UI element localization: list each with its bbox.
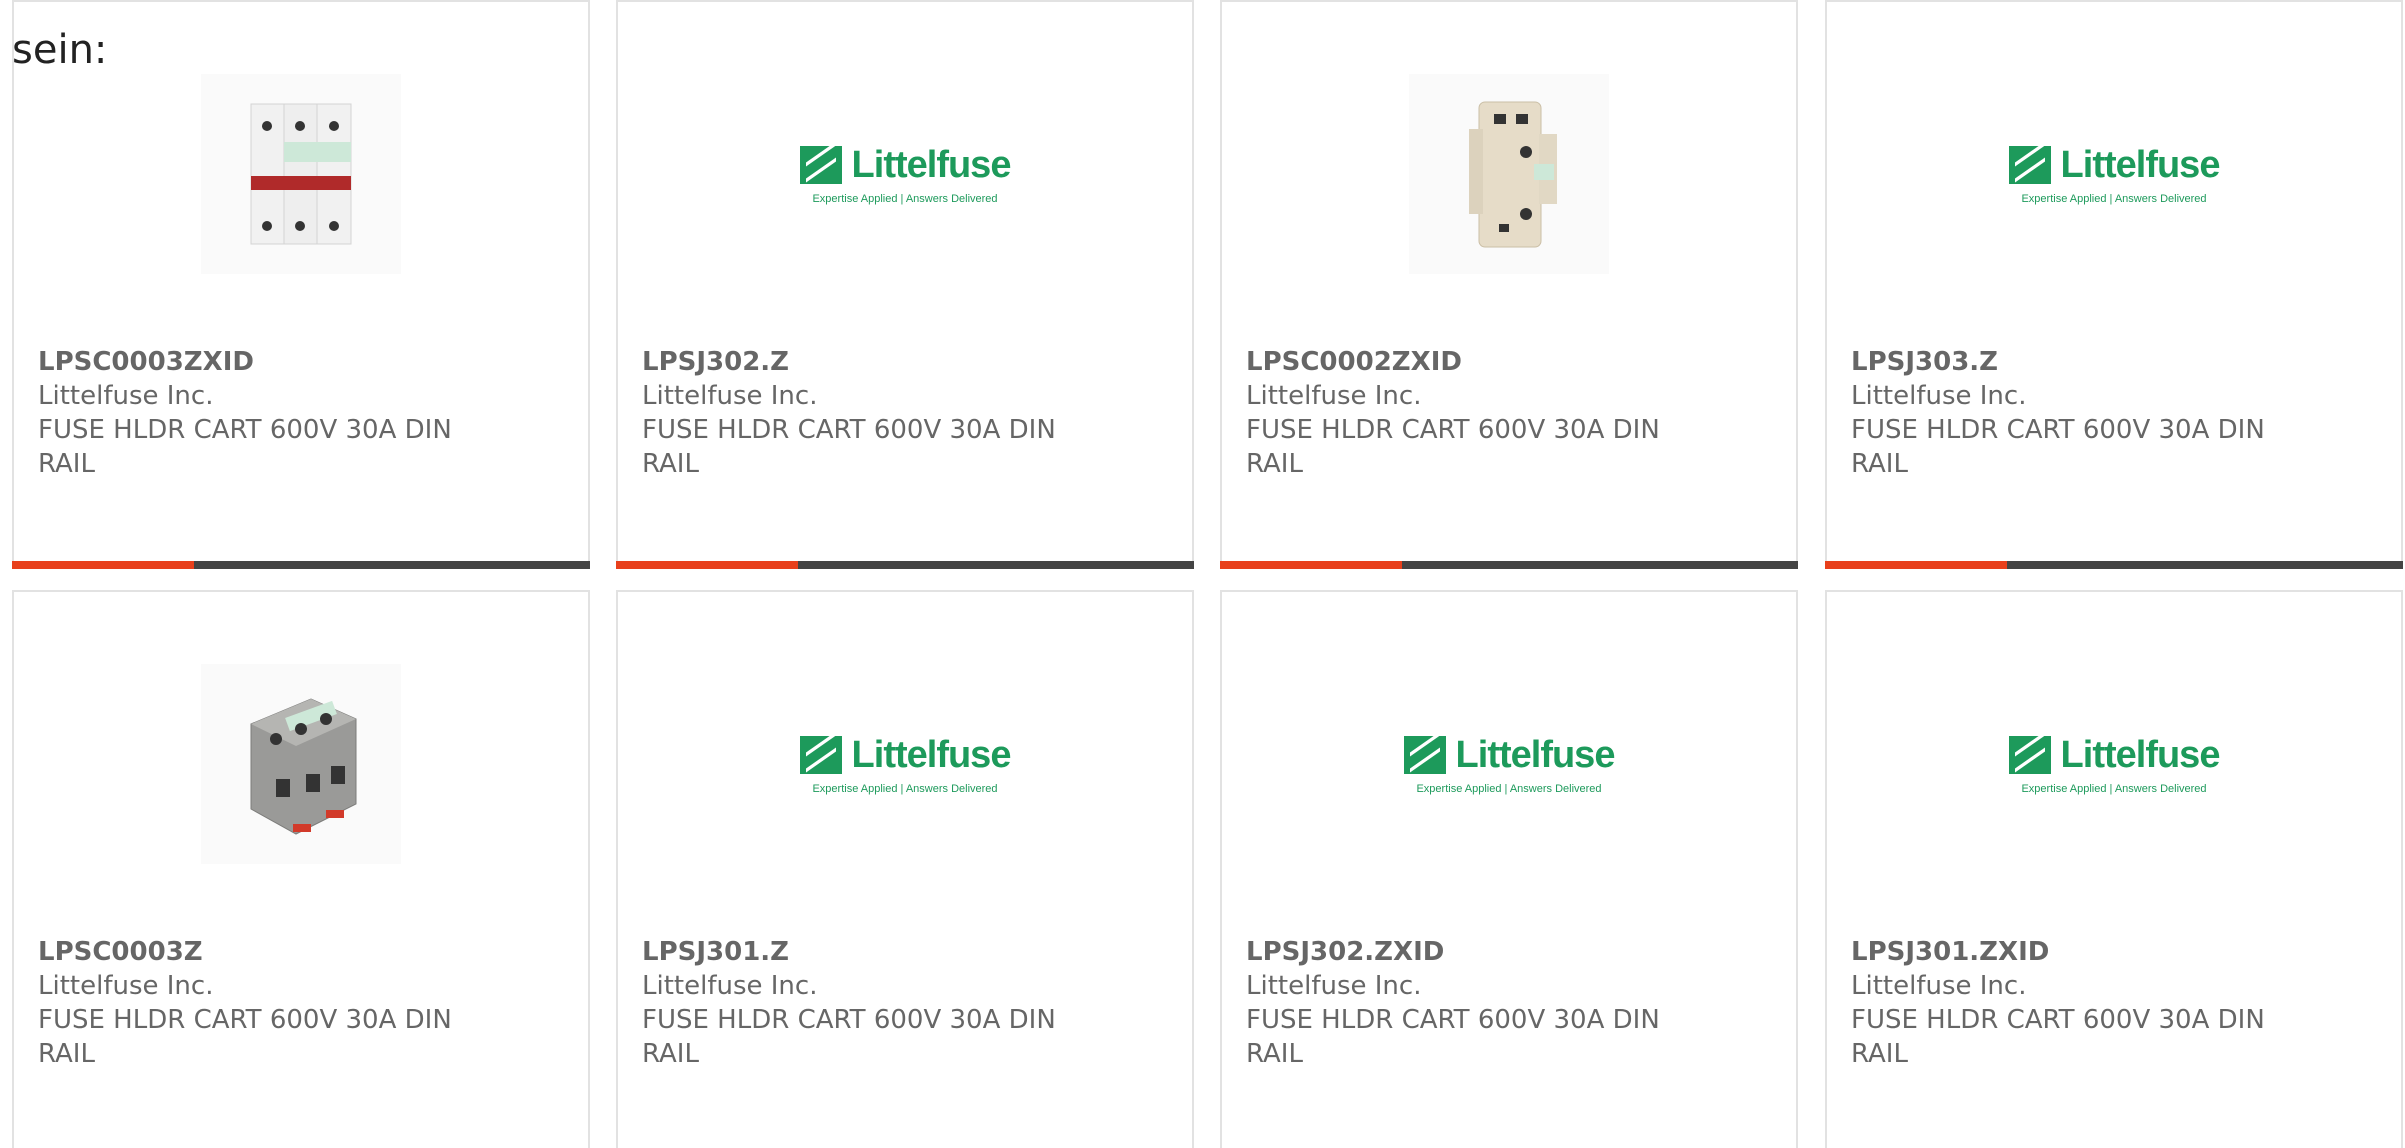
intro-text: sein:: [12, 27, 108, 73]
part-number-link[interactable]: LPSJ301.ZXID: [1851, 935, 2311, 969]
product-grid: LPSC0003ZXID Littelfuse Inc. FUSE HLDR C…: [12, 0, 2405, 1148]
fuse-holder-3pole-gray-icon: [250, 698, 357, 835]
littelfuse-logo[interactable]: Littelfuse Expertise Applied | Answers D…: [799, 733, 1012, 795]
description: FUSE HLDR CART 600V 30A DIN: [1246, 415, 1660, 445]
product-card[interactable]: Littelfuse Expertise Applied | Answers D…: [1220, 590, 1798, 1148]
description-cont: RAIL: [38, 449, 95, 479]
part-number-link[interactable]: LPSC0002ZXID: [1246, 345, 1706, 379]
manufacturer: Littelfuse Inc.: [642, 971, 818, 1001]
fuse-holder-image[interactable]: [201, 664, 401, 864]
littelfuse-mark-icon: [799, 146, 842, 184]
page: sein: LPSC0003ZXID Littelfuse Inc. FUSE …: [0, 0, 2405, 1148]
part-number-link[interactable]: LPSJ301.Z: [642, 935, 1102, 969]
manufacturer: Littelfuse Inc.: [1246, 381, 1422, 411]
product-image-area: Littelfuse Expertise Applied | Answers D…: [618, 664, 1192, 864]
fuse-holder-image[interactable]: [1409, 74, 1609, 274]
logo-word: Littelfuse: [1455, 733, 1616, 776]
littelfuse-mark-icon: [2008, 146, 2051, 184]
product-image-area: Littelfuse Expertise Applied | Answers D…: [1222, 664, 1796, 864]
progress-bar: [616, 561, 1194, 569]
description: FUSE HLDR CART 600V 30A DIN: [38, 415, 452, 445]
product-image-area: Littelfuse Expertise Applied | Answers D…: [618, 74, 1192, 274]
progress-bar: [1825, 561, 2403, 569]
manufacturer: Littelfuse Inc.: [1246, 971, 1422, 1001]
description-cont: RAIL: [1851, 449, 1908, 479]
product-card[interactable]: LPSC0003ZXID Littelfuse Inc. FUSE HLDR C…: [12, 0, 590, 569]
manufacturer: Littelfuse Inc.: [1851, 381, 2027, 411]
part-number-link[interactable]: LPSC0003ZXID: [38, 345, 498, 379]
littelfuse-logo[interactable]: Littelfuse Expertise Applied | Answers D…: [799, 143, 1012, 205]
part-number-link[interactable]: LPSJ302.Z: [642, 345, 1102, 379]
logo-word: Littelfuse: [2060, 143, 2221, 186]
product-info: LPSC0003Z Littelfuse Inc. FUSE HLDR CART…: [38, 935, 498, 1071]
littelfuse-mark-icon: [2008, 736, 2051, 774]
product-card[interactable]: LPSC0002ZXID Littelfuse Inc. FUSE HLDR C…: [1220, 0, 1798, 569]
product-card[interactable]: Littelfuse Expertise Applied | Answers D…: [616, 0, 1194, 569]
description-cont: RAIL: [38, 1039, 95, 1069]
progress-fill: [616, 561, 799, 569]
manufacturer: Littelfuse Inc.: [1851, 971, 2027, 1001]
progress-bar: [12, 561, 590, 569]
description-cont: RAIL: [1246, 449, 1303, 479]
product-info: LPSJ301.Z Littelfuse Inc. FUSE HLDR CART…: [642, 935, 1102, 1071]
logo-word: Littelfuse: [2060, 733, 2221, 776]
product-info: LPSJ301.ZXID Littelfuse Inc. FUSE HLDR C…: [1851, 935, 2311, 1071]
product-info: LPSJ303.Z Littelfuse Inc. FUSE HLDR CART…: [1851, 345, 2311, 481]
progress-fill: [12, 561, 195, 569]
description-cont: RAIL: [1246, 1039, 1303, 1069]
progress-fill: [1825, 561, 2008, 569]
fuse-holder-3pole-icon: [250, 103, 352, 245]
product-image-area: [14, 664, 588, 864]
product-info: LPSJ302.ZXID Littelfuse Inc. FUSE HLDR C…: [1246, 935, 1706, 1071]
description: FUSE HLDR CART 600V 30A DIN: [1851, 1005, 2265, 1035]
product-image-area: [14, 74, 588, 274]
manufacturer: Littelfuse Inc.: [642, 381, 818, 411]
logo-word: Littelfuse: [851, 143, 1012, 186]
littelfuse-logo[interactable]: Littelfuse Expertise Applied | Answers D…: [1403, 733, 1616, 795]
product-card[interactable]: Littelfuse Expertise Applied | Answers D…: [1825, 590, 2403, 1148]
progress-bar: [1220, 561, 1798, 569]
product-image-area: Littelfuse Expertise Applied | Answers D…: [1827, 664, 2401, 864]
fuse-holder-image[interactable]: [201, 74, 401, 274]
littelfuse-logo[interactable]: Littelfuse Expertise Applied | Answers D…: [2008, 733, 2221, 795]
littelfuse-mark-icon: [799, 736, 842, 774]
product-info: LPSC0003ZXID Littelfuse Inc. FUSE HLDR C…: [38, 345, 498, 481]
logo-word: Littelfuse: [851, 733, 1012, 776]
product-card[interactable]: Littelfuse Expertise Applied | Answers D…: [616, 590, 1194, 1148]
part-number-link[interactable]: LPSJ302.ZXID: [1246, 935, 1706, 969]
logo-tagline: Expertise Applied | Answers Delivered: [812, 782, 998, 795]
description: FUSE HLDR CART 600V 30A DIN: [1851, 415, 2265, 445]
progress-fill: [1220, 561, 1403, 569]
manufacturer: Littelfuse Inc.: [38, 971, 214, 1001]
description: FUSE HLDR CART 600V 30A DIN: [642, 1005, 1056, 1035]
fuse-holder-2pole-icon: [1469, 101, 1557, 248]
littelfuse-mark-icon: [1403, 736, 1446, 774]
product-card[interactable]: LPSC0003Z Littelfuse Inc. FUSE HLDR CART…: [12, 590, 590, 1148]
part-number-link[interactable]: LPSJ303.Z: [1851, 345, 2311, 379]
product-image-area: [1222, 74, 1796, 274]
manufacturer: Littelfuse Inc.: [38, 381, 214, 411]
logo-tagline: Expertise Applied | Answers Delivered: [1416, 782, 1602, 795]
product-card[interactable]: Littelfuse Expertise Applied | Answers D…: [1825, 0, 2403, 569]
product-info: LPSC0002ZXID Littelfuse Inc. FUSE HLDR C…: [1246, 345, 1706, 481]
description: FUSE HLDR CART 600V 30A DIN: [38, 1005, 452, 1035]
logo-tagline: Expertise Applied | Answers Delivered: [812, 192, 998, 205]
part-number-link[interactable]: LPSC0003Z: [38, 935, 498, 969]
product-image-area: Littelfuse Expertise Applied | Answers D…: [1827, 74, 2401, 274]
description: FUSE HLDR CART 600V 30A DIN: [642, 415, 1056, 445]
description: FUSE HLDR CART 600V 30A DIN: [1246, 1005, 1660, 1035]
description-cont: RAIL: [1851, 1039, 1908, 1069]
logo-tagline: Expertise Applied | Answers Delivered: [2021, 192, 2207, 205]
description-cont: RAIL: [642, 1039, 699, 1069]
description-cont: RAIL: [642, 449, 699, 479]
littelfuse-logo[interactable]: Littelfuse Expertise Applied | Answers D…: [2008, 143, 2221, 205]
logo-tagline: Expertise Applied | Answers Delivered: [2021, 782, 2207, 795]
product-info: LPSJ302.Z Littelfuse Inc. FUSE HLDR CART…: [642, 345, 1102, 481]
